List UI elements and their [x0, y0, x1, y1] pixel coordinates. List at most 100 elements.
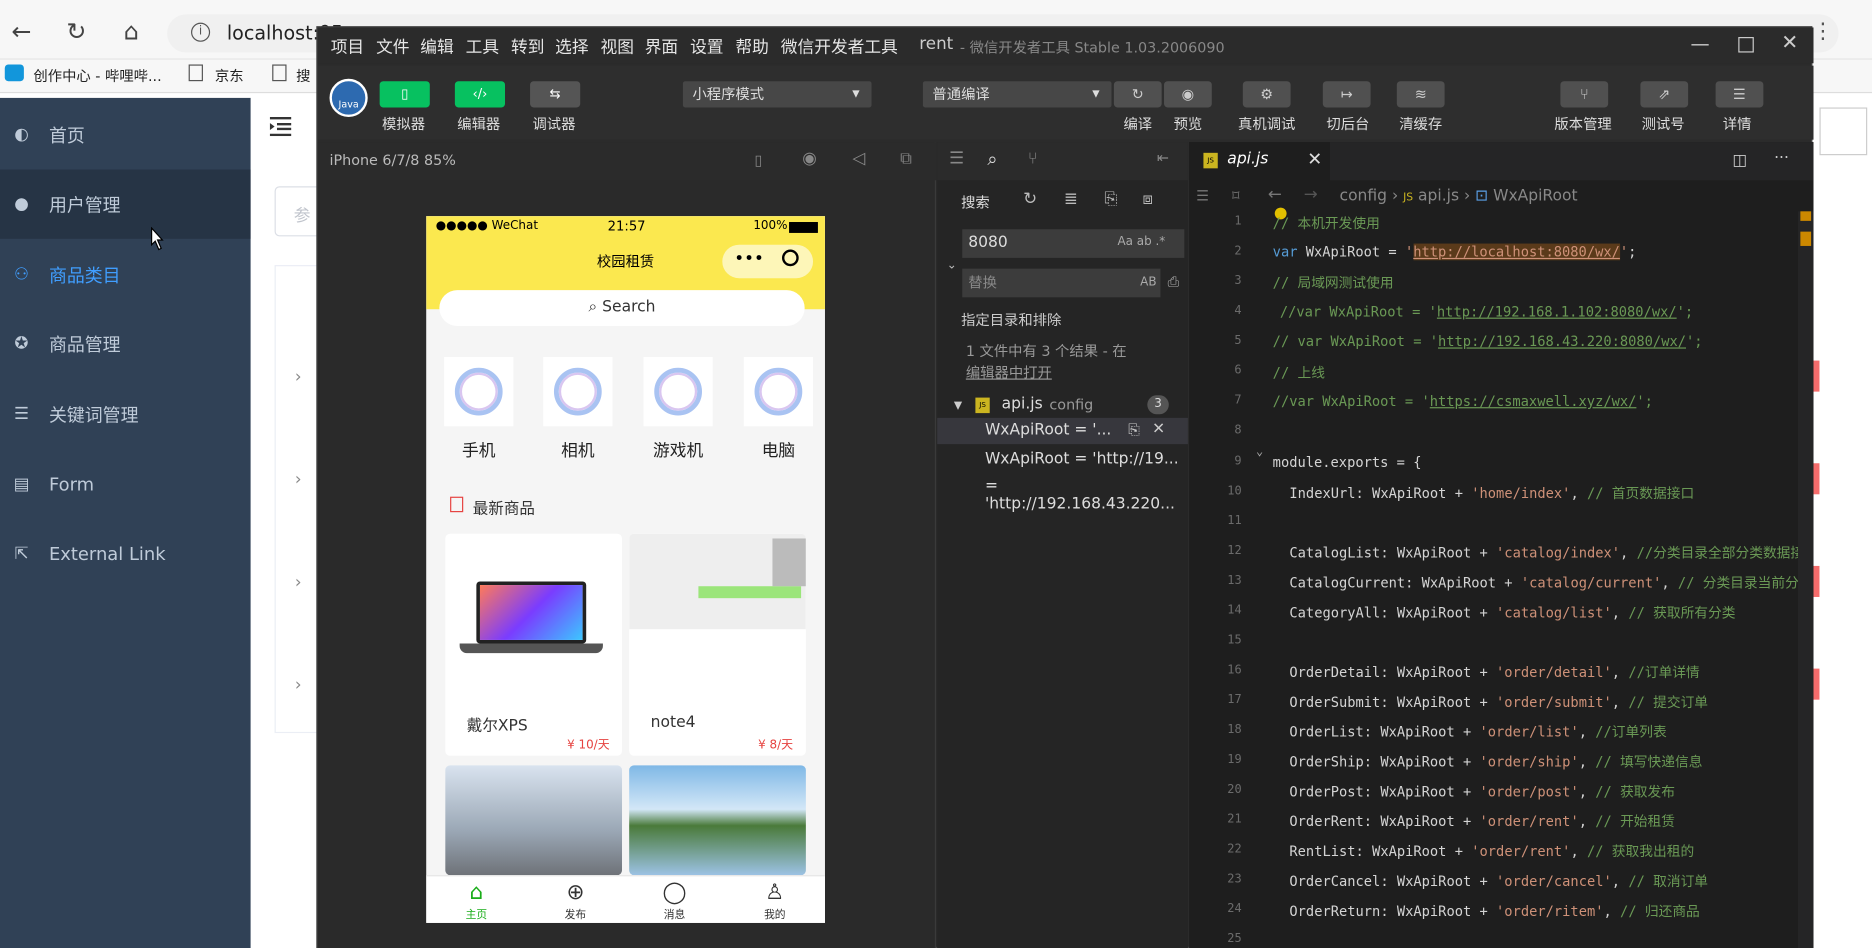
device-select[interactable]: iPhone 6/7/8 85% — [330, 152, 456, 169]
bookmark-item[interactable]: 创作中心 - 哔哩哔... — [33, 66, 161, 86]
clear-results-icon[interactable]: ≣ — [1064, 190, 1078, 209]
expand-icon[interactable]: › — [295, 368, 302, 387]
sidebar-item-goods[interactable]: ✪ 商品管理 — [0, 309, 251, 378]
search-bar[interactable]: ⌕ Search — [439, 290, 805, 326]
more-actions-icon[interactable]: ··· — [1774, 149, 1789, 167]
clear-cache-icon[interactable]: ≋ — [1396, 81, 1445, 108]
maximize-icon[interactable] — [1738, 37, 1754, 53]
expand-icon[interactable]: › — [295, 470, 302, 489]
menu-file[interactable]: 文件 — [376, 35, 409, 59]
expand-icon[interactable]: › — [295, 573, 302, 592]
menu-help[interactable]: 帮助 — [735, 35, 768, 59]
menu-wechat-devtools[interactable]: 微信开发者工具 — [781, 35, 898, 59]
mode-select[interactable]: 小程序模式 ▼ — [682, 81, 872, 108]
test-account-icon[interactable]: ⇗ — [1640, 81, 1689, 108]
open-in-editor-link[interactable]: 编辑器中打开 — [966, 362, 1052, 382]
avatar[interactable]: Java — [329, 78, 368, 118]
sidebar-item-home[interactable]: ◐ 首页 — [0, 100, 251, 169]
menu-view[interactable]: 视图 — [601, 35, 634, 59]
source-control-icon[interactable]: ⑂ — [1028, 149, 1038, 168]
result-file[interactable]: api.js — [1002, 395, 1043, 413]
product-card[interactable]: 戴尔XPS ¥ 10/天 — [445, 533, 623, 756]
code-area[interactable]: 1// 本机开发使用 2 var WxApiRoot = 'http://loca… — [1189, 207, 1798, 948]
bookmark-item[interactable]: 搜 — [296, 66, 310, 86]
sidebar-item-keywords[interactable]: ☰ 关键词管理 — [0, 380, 251, 449]
replace-all-icon[interactable]: ⎙ — [1168, 273, 1179, 291]
sidebar-item-category[interactable]: ⚇ 商品类目 — [0, 240, 251, 309]
editor-scrollbar[interactable] — [1797, 211, 1814, 948]
menu-project[interactable]: 项目 — [331, 35, 364, 59]
menu-select[interactable]: 选择 — [555, 35, 588, 59]
result-line[interactable]: WxApiRoot = 'http://19... — [985, 450, 1179, 468]
sidebar-item-form[interactable]: ▤ Form — [0, 450, 251, 519]
menu-tools[interactable]: 工具 — [466, 35, 499, 59]
tab-messages[interactable]: ◯ 消息 — [641, 880, 708, 922]
reload-icon[interactable]: ↻ — [62, 17, 91, 46]
category-item[interactable]: 游戏机 — [643, 356, 713, 462]
menu-settings[interactable]: 设置 — [690, 35, 723, 59]
preview-icon[interactable]: ◉ — [1164, 81, 1212, 108]
tab-publish[interactable]: ⊕ 发布 — [542, 880, 609, 922]
compile-select[interactable]: 普通编译 ▼ — [922, 81, 1112, 108]
replace-input[interactable]: 替换 — [962, 268, 1161, 298]
sidebar-item-users[interactable]: ● 用户管理 — [0, 169, 251, 239]
tab-home[interactable]: ⌂ 主页 — [443, 880, 510, 922]
compile-icon[interactable]: ↻ — [1113, 81, 1162, 108]
result-line[interactable]: WxApiRoot = '... — [985, 421, 1111, 439]
close-tab-icon[interactable]: ✕ — [1307, 148, 1322, 169]
breadcrumb-item[interactable]: config — [1340, 187, 1387, 205]
record-icon[interactable]: ◉ — [802, 149, 817, 168]
refresh-icon[interactable]: ↻ — [1023, 190, 1037, 209]
match-options-icon[interactable]: Aa ab .* — [1117, 235, 1165, 248]
dismiss-icon[interactable]: ✕ — [1152, 420, 1165, 438]
menu-goto[interactable]: 转到 — [511, 35, 544, 59]
explorer-icon[interactable]: ☰ — [949, 149, 964, 168]
replace-line-icon[interactable]: ⎘ — [1128, 421, 1139, 439]
bookmark-icon[interactable]: ⌑ — [1232, 187, 1239, 204]
info-icon[interactable]: i — [191, 22, 211, 42]
category-item[interactable]: 相机 — [543, 356, 613, 462]
split-editor-icon[interactable]: ◫ — [1732, 152, 1747, 170]
phone-icon[interactable]: ▯ — [755, 152, 763, 169]
background-icon[interactable]: ↦ — [1322, 81, 1371, 108]
scope-toggle[interactable]: 指定目录和排除 — [961, 309, 1061, 329]
close-miniprogram-icon[interactable] — [781, 249, 799, 267]
menu-interface[interactable]: 界面 — [645, 35, 678, 59]
collapse-all-icon[interactable]: ⧈ — [1143, 190, 1154, 209]
breadcrumb-item[interactable]: api.js — [1418, 187, 1459, 205]
category-item[interactable]: 手机 — [444, 356, 514, 462]
more-icon[interactable]: ••• — [734, 250, 764, 269]
volume-icon[interactable]: ◁ — [852, 149, 865, 168]
close-icon[interactable]: ✕ — [1781, 31, 1798, 55]
sidebar-item-external-link[interactable]: ⇱ External Link — [0, 519, 251, 588]
category-item[interactable]: 电脑 — [743, 356, 814, 462]
window-icon[interactable]: ⧉ — [900, 149, 912, 168]
hamburger-icon[interactable] — [269, 117, 292, 137]
result-line[interactable]: = 'http://192.168.43.220... — [985, 478, 1188, 514]
chevron-down-icon[interactable]: ▼ — [954, 400, 962, 412]
simulator-button[interactable]: ▯ — [379, 81, 430, 108]
tab-mine[interactable]: ♙ 我的 — [741, 880, 808, 922]
breadcrumb-item[interactable]: WxApiRoot — [1493, 187, 1577, 205]
product-card-lake[interactable] — [629, 765, 806, 876]
home-icon[interactable]: ⌂ — [117, 17, 146, 46]
bookmark-item[interactable]: 京东 — [215, 66, 244, 86]
preserve-case-icon[interactable]: AB — [1140, 276, 1156, 289]
product-card-building[interactable] — [445, 765, 623, 876]
minimize-icon[interactable]: — — [1691, 32, 1710, 55]
real-debug-icon[interactable]: ⚙ — [1242, 81, 1291, 108]
back-icon[interactable]: ← — [7, 17, 36, 46]
version-icon[interactable]: ⑂ — [1560, 81, 1609, 108]
toggle-replace-icon[interactable]: ⌄ — [947, 259, 957, 272]
expand-icon[interactable]: › — [295, 676, 302, 695]
outline-icon[interactable]: ☰ — [1196, 187, 1209, 204]
menu-edit[interactable]: 编辑 — [420, 35, 453, 59]
product-card[interactable]: note4 ¥ 8/天 — [629, 533, 806, 756]
browser-menu-icon[interactable]: ⋮ — [1812, 19, 1833, 44]
debugger-button[interactable]: ⇆ — [530, 81, 581, 108]
details-icon[interactable]: ☰ — [1715, 81, 1764, 108]
editor-button[interactable]: ‹/› — [454, 81, 506, 108]
back-icon[interactable]: ← — [1268, 185, 1282, 204]
search-icon[interactable]: ⌕ — [987, 148, 997, 169]
new-search-icon[interactable]: ⎘ — [1104, 190, 1117, 209]
